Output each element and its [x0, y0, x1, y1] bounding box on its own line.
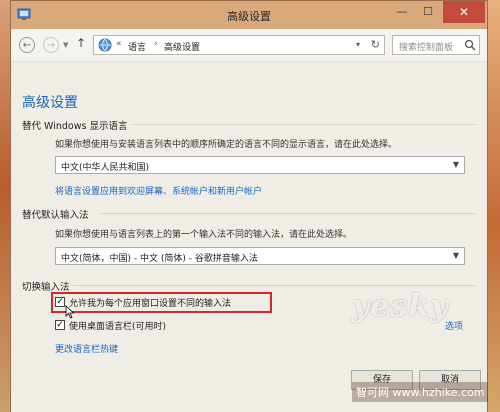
up-button[interactable]: ↑	[76, 36, 86, 50]
desktop-language-bar-checkbox[interactable]: ✓	[55, 320, 65, 330]
input-method-select[interactable]: 中文(简体，中国) - 中文 (简体) - 谷歌拼音输入法 ▼	[55, 247, 465, 265]
breadcrumb-overflow-icon[interactable]: «	[116, 39, 122, 49]
recent-locations-icon[interactable]: ▼	[63, 41, 68, 49]
apply-settings-link[interactable]: 将语言设置应用到欢迎屏幕、系统帐户和新用户帐户	[55, 184, 262, 197]
page-title: 高级设置	[22, 95, 78, 111]
input-method-section-title: 替代默认输入法	[22, 210, 89, 221]
minimize-button[interactable]: —	[389, 1, 415, 23]
search-icon[interactable]	[464, 39, 476, 51]
change-hotkeys-link[interactable]: 更改语言栏热键	[55, 342, 118, 355]
breadcrumb-item-language[interactable]: 语言	[128, 40, 146, 53]
title-bar[interactable]: 高级设置 — ☐ ✕	[11, 1, 487, 29]
address-dropdown-icon[interactable]: ▾	[356, 40, 360, 49]
input-method-selected: 中文(简体，中国) - 中文 (简体) - 谷歌拼音输入法	[61, 254, 258, 264]
breadcrumb-item-advanced[interactable]: 高级设置	[164, 40, 200, 53]
divider	[73, 285, 476, 286]
chevron-down-icon: ▼	[452, 251, 459, 260]
display-language-selected: 中文(中华人民共和国)	[61, 163, 150, 173]
globe-icon	[98, 38, 112, 52]
refresh-icon[interactable]: ↻	[371, 38, 380, 51]
back-button[interactable]: ←	[19, 37, 35, 53]
forward-button[interactable]: →	[43, 37, 59, 53]
content-area: 高级设置 替代 Windows 显示语言 如果你想使用与安装语言列表中的顺序所确…	[11, 62, 487, 412]
desktop-language-bar-label[interactable]: 使用桌面语言栏(可用时)	[69, 319, 166, 332]
chevron-down-icon: ▼	[452, 160, 459, 169]
address-bar[interactable]: « 语言 › 高级设置 ▾ ↻	[93, 35, 385, 55]
divider	[131, 124, 476, 125]
divider	[99, 213, 476, 214]
breadcrumb-separator-icon[interactable]: ›	[154, 39, 158, 49]
input-method-description: 如果你想使用与语言列表上的第一个输入法不同的输入法，请在此处选择。	[55, 230, 353, 240]
site-watermark: 智可网 www.hzhike.com	[352, 382, 489, 402]
maximize-button[interactable]: ☐	[415, 1, 441, 23]
display-language-select[interactable]: 中文(中华人民共和国) ▼	[55, 156, 465, 174]
yesky-watermark: yesky	[352, 289, 449, 324]
search-placeholder: 搜索控制面板	[399, 43, 454, 53]
per-app-input-checkbox[interactable]: ✓	[55, 297, 65, 307]
close-button[interactable]: ✕	[443, 1, 485, 23]
switch-input-section-title: 切换输入法	[22, 282, 70, 293]
mouse-cursor-icon	[65, 305, 75, 319]
navigation-bar: ← → ▼ ↑ « 语言 › 高级设置 ▾ ↻ 搜索控制面板	[11, 29, 487, 62]
desktop-background-right	[488, 0, 500, 412]
advanced-settings-window: 高级设置 — ☐ ✕ ← → ▼ ↑ « 语言 › 高级设置 ▾ ↻ 搜索控制面…	[10, 0, 488, 412]
display-language-description: 如果你想使用与安装语言列表中的顺序所确定的语言不同的显示语言，请在此处选择。	[55, 140, 398, 150]
search-box[interactable]: 搜索控制面板	[392, 35, 480, 55]
per-app-input-label[interactable]: 允许我为每个应用窗口设置不同的输入法	[69, 296, 231, 309]
display-language-section-title: 替代 Windows 显示语言	[22, 121, 128, 132]
